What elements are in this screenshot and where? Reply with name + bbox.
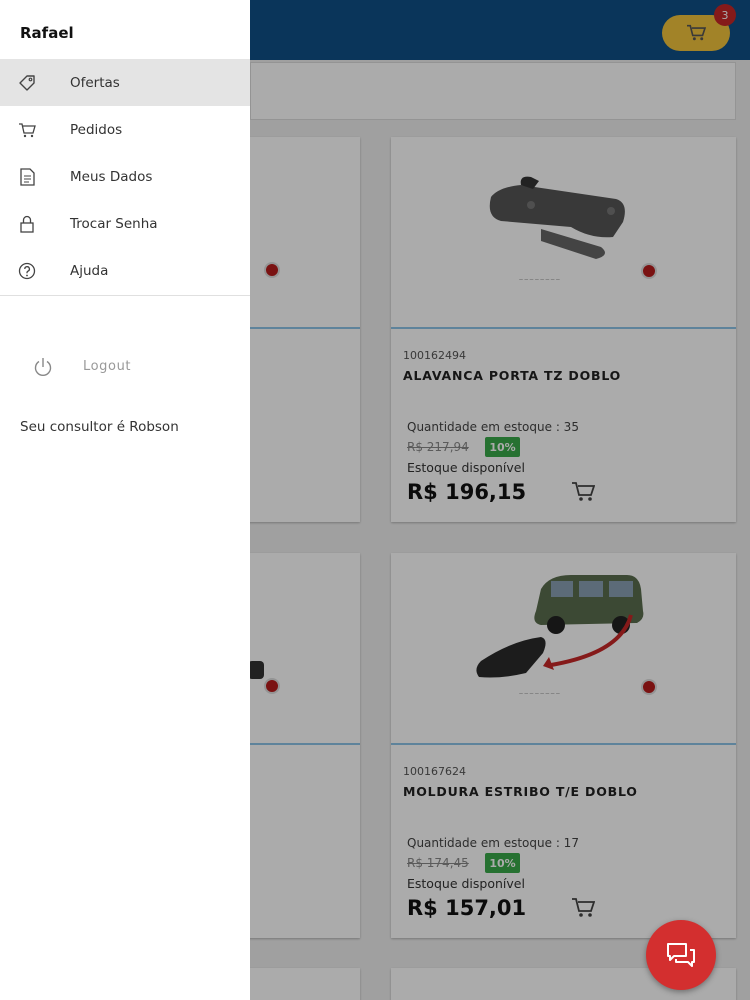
navigation-drawer: Rafael Ofertas Pedidos Meus Dados Trocar… xyxy=(0,0,250,1000)
menu-item-label: Pedidos xyxy=(70,121,123,138)
logout-label: Logout xyxy=(83,359,132,374)
tag-icon xyxy=(19,75,35,91)
chat-icon xyxy=(667,943,695,967)
power-icon xyxy=(34,358,52,376)
menu-item-pedidos[interactable]: Pedidos xyxy=(0,106,250,153)
cart-icon xyxy=(19,123,36,138)
menu-item-label: Meus Dados xyxy=(70,168,153,185)
menu-item-meus-dados[interactable]: Meus Dados xyxy=(0,153,250,200)
chat-button[interactable] xyxy=(646,920,716,990)
menu-divider xyxy=(0,295,250,296)
menu-item-label: Trocar Senha xyxy=(70,215,158,232)
consultant-info: Seu consultor é Robson xyxy=(20,419,179,435)
menu-item-label: Ajuda xyxy=(70,262,109,279)
menu-item-ofertas[interactable]: Ofertas xyxy=(0,59,250,106)
menu-item-trocar-senha[interactable]: Trocar Senha xyxy=(0,200,250,247)
menu-item-ajuda[interactable]: Ajuda xyxy=(0,247,250,294)
lock-icon xyxy=(20,215,34,233)
logout-button[interactable]: Logout xyxy=(28,352,178,382)
help-icon xyxy=(18,262,36,280)
user-name: Rafael xyxy=(20,24,74,42)
document-icon xyxy=(20,168,35,186)
menu-item-label: Ofertas xyxy=(70,74,120,91)
drawer-menu: Ofertas Pedidos Meus Dados Trocar Senha xyxy=(0,59,250,294)
